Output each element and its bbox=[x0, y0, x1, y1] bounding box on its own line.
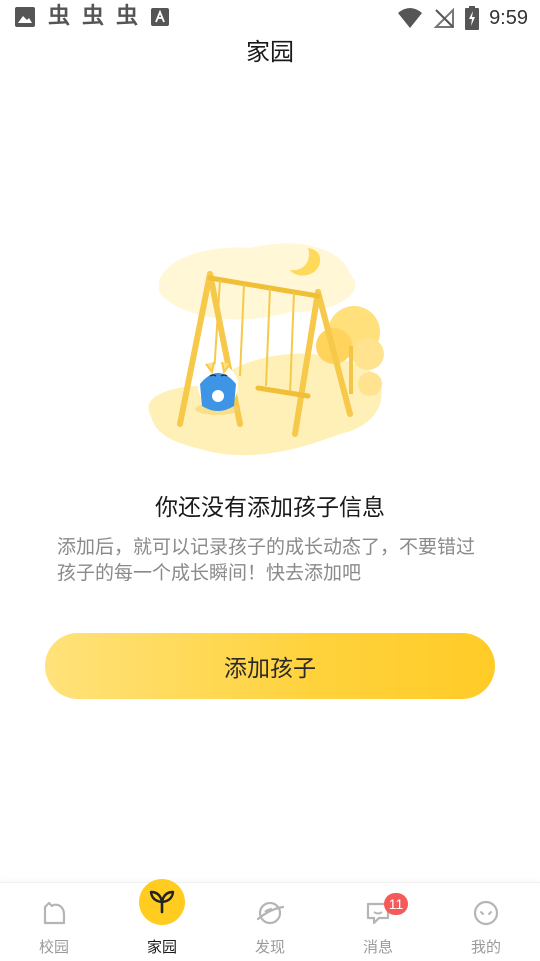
tab-discover[interactable]: 发现 bbox=[216, 883, 324, 961]
status-bar: 虫 虫 虫 9:59 bbox=[0, 0, 540, 36]
tab-label: 发现 bbox=[254, 938, 285, 956]
bug-icon: 虫 bbox=[48, 4, 71, 29]
page-title: 家园 bbox=[246, 38, 294, 66]
unread-badge: 11 bbox=[384, 893, 408, 915]
tab-home[interactable]: 家园 bbox=[108, 879, 216, 961]
planet-icon bbox=[256, 901, 284, 925]
battery-charging-icon bbox=[465, 6, 480, 30]
add-child-button-label: 添加孩子 bbox=[224, 656, 316, 682]
campus-icon bbox=[43, 901, 66, 925]
wifi-icon bbox=[398, 8, 423, 28]
status-bar-left: 虫 虫 虫 bbox=[14, 6, 170, 28]
add-child-button[interactable]: 添加孩子 bbox=[45, 633, 495, 699]
status-time: 9:59 bbox=[489, 6, 528, 29]
tab-label: 我的 bbox=[470, 938, 501, 956]
tab-campus[interactable]: 校园 bbox=[0, 883, 108, 961]
image-icon bbox=[15, 7, 35, 27]
active-tab-indicator bbox=[139, 879, 185, 925]
tab-messages[interactable]: 11 消息 bbox=[324, 883, 432, 961]
empty-state-description: 添加后，就可以记录孩子的成长动态了，不要错过孩子的每一个成长瞬间！快去添加吧 bbox=[57, 536, 476, 584]
empty-state-title: 你还没有添加孩子信息 bbox=[155, 495, 385, 521]
tab-label: 校园 bbox=[38, 938, 69, 956]
tab-label: 家园 bbox=[146, 938, 177, 956]
status-bar-right: 9:59 bbox=[397, 6, 528, 30]
swing-illustration bbox=[148, 243, 384, 456]
bug-icon: 虫 bbox=[82, 4, 105, 29]
tab-mine[interactable]: 我的 bbox=[432, 883, 540, 961]
bug-icon: 虫 bbox=[116, 4, 139, 29]
no-signal-icon bbox=[433, 7, 455, 28]
tab-label: 消息 bbox=[362, 938, 393, 956]
face-icon bbox=[473, 900, 499, 926]
font-icon bbox=[151, 8, 170, 26]
sprout-icon bbox=[149, 890, 175, 914]
bottom-tab-bar: 校园 家园 发现 11 消息 我的 bbox=[0, 879, 540, 961]
